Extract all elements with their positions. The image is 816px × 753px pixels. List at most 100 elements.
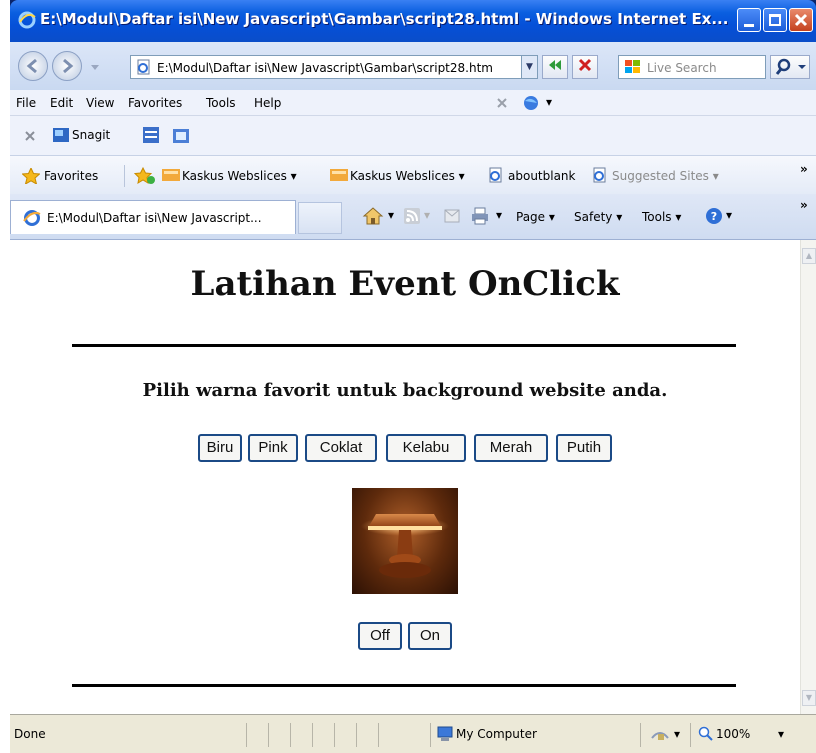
favorite-kaskus-webslices-1[interactable]: Kaskus Webslices ▾: [182, 169, 297, 183]
status-divider: [690, 723, 691, 747]
refresh-icon: [549, 60, 561, 70]
search-button[interactable]: [770, 55, 810, 79]
zoom-level[interactable]: 100%: [716, 727, 750, 741]
page-icon: [137, 59, 150, 75]
tab-script28[interactable]: E:\Modul\Daftar isi\New Javascript...: [10, 200, 296, 234]
ie-logo-icon: [18, 11, 36, 29]
lamp-on-button[interactable]: On: [408, 622, 452, 650]
favorite-aboutblank[interactable]: aboutblank: [508, 169, 575, 183]
status-divider: [430, 723, 431, 747]
color-button-putih[interactable]: Putih: [556, 434, 612, 462]
favorite-suggested-sites[interactable]: Suggested Sites ▾: [612, 169, 719, 183]
protected-mode-dropdown[interactable]: ▾: [674, 727, 680, 741]
ie-page-icon: [593, 167, 606, 183]
menu-view[interactable]: View: [86, 96, 114, 110]
menu-bar: File Edit View Favorites Tools Help ▾: [10, 90, 816, 116]
color-button-pink[interactable]: Pink: [248, 434, 298, 462]
scroll-up-arrow-icon[interactable]: ▲: [802, 248, 816, 264]
close-toolbar-icon[interactable]: [24, 130, 36, 142]
safety-menu[interactable]: Safety ▾: [574, 210, 622, 224]
vertical-scrollbar[interactable]: ▲ ▼: [800, 240, 816, 714]
menu-favorites[interactable]: Favorites: [128, 96, 182, 110]
color-button-kelabu[interactable]: Kelabu: [386, 434, 466, 462]
favorites-star-icon: [22, 168, 40, 184]
horizontal-rule: [72, 344, 736, 347]
color-button-coklat[interactable]: Coklat: [305, 434, 377, 462]
tab-label: E:\Modul\Daftar isi\New Javascript...: [47, 211, 262, 225]
status-divider: [356, 723, 357, 747]
color-button-merah[interactable]: Merah: [474, 434, 548, 462]
new-tab-button[interactable]: [298, 202, 342, 234]
refresh-button[interactable]: [542, 55, 568, 79]
status-divider: [640, 723, 641, 747]
menu-help[interactable]: Help: [254, 96, 281, 110]
status-divider: [246, 723, 247, 747]
page-content: Latihan Event OnClick Pilih warna favori…: [10, 240, 800, 714]
close-icon: [794, 13, 808, 27]
back-arrow-icon: [26, 58, 37, 74]
minimize-button[interactable]: [737, 8, 761, 32]
color-button-biru[interactable]: Biru: [198, 434, 242, 462]
page-heading: Latihan Event OnClick: [190, 264, 620, 304]
close-button[interactable]: [789, 8, 813, 32]
tab-bar: E:\Modul\Daftar isi\New Javascript... ▾ …: [10, 194, 816, 240]
home-dropdown[interactable]: ▾: [388, 208, 394, 222]
help-dropdown[interactable]: ▾: [726, 208, 732, 222]
read-mail-icon[interactable]: [444, 209, 460, 223]
menu-tools[interactable]: Tools: [206, 96, 236, 110]
lamp-off-button[interactable]: Off: [358, 622, 402, 650]
protected-mode-icon[interactable]: [650, 726, 670, 742]
command-overflow-chevron-icon[interactable]: »: [800, 198, 808, 212]
live-search-icon: [625, 60, 640, 73]
recent-pages-icon[interactable]: [90, 64, 100, 72]
status-divider: [312, 723, 313, 747]
help-icon[interactable]: ?: [704, 206, 724, 226]
page-menu[interactable]: Page ▾: [516, 210, 555, 224]
snagit-capture-icon[interactable]: [142, 126, 160, 144]
address-toolbar: E:\Modul\Daftar isi\New Javascript\Gamba…: [10, 42, 816, 90]
title-bar[interactable]: E:\Modul\Daftar isi\New Javascript\Gamba…: [10, 0, 816, 42]
webslice-icon: [162, 169, 180, 181]
stop-button[interactable]: [572, 55, 598, 79]
status-text: Done: [14, 727, 46, 741]
status-divider: [290, 723, 291, 747]
back-button[interactable]: [18, 51, 48, 81]
feeds-dropdown[interactable]: ▾: [424, 208, 430, 222]
webslice-icon: [330, 169, 348, 181]
zoom-icon: [698, 726, 713, 741]
lamp-icon: [361, 514, 449, 578]
favorites-button[interactable]: Favorites: [44, 169, 98, 183]
ie-page-icon: [489, 167, 502, 183]
scroll-down-arrow-icon[interactable]: ▼: [802, 690, 816, 706]
snagit-button[interactable]: Snagit: [72, 128, 110, 142]
security-zone-text: My Computer: [456, 727, 537, 741]
status-bar: Done My Computer ▾ 100% ▾: [10, 714, 816, 753]
print-icon[interactable]: [470, 206, 490, 226]
maximize-button[interactable]: [763, 8, 787, 32]
globe-icon[interactable]: [522, 94, 542, 112]
window-title: E:\Modul\Daftar isi\New Javascript\Gamba…: [40, 10, 729, 28]
feeds-icon[interactable]: [404, 208, 420, 224]
globe-dropdown[interactable]: ▾: [546, 95, 552, 109]
svg-text:?: ?: [711, 210, 717, 223]
add-favorite-icon[interactable]: [134, 167, 156, 185]
zoom-dropdown[interactable]: ▾: [778, 727, 784, 741]
favorites-bar: Favorites Kaskus Webslices ▾ Kaskus Webs…: [10, 156, 816, 194]
snagit-icon: [53, 128, 69, 142]
print-dropdown[interactable]: ▾: [496, 208, 502, 222]
page-subtitle: Pilih warna favorit untuk background web…: [142, 380, 668, 401]
search-field[interactable]: Live Search: [618, 55, 766, 79]
menu-edit[interactable]: Edit: [50, 96, 73, 110]
home-icon[interactable]: [362, 206, 384, 226]
favorites-overflow-chevron-icon[interactable]: »: [800, 162, 808, 176]
forward-button[interactable]: [52, 51, 82, 81]
address-dropdown[interactable]: ▼: [521, 56, 537, 78]
close-toolbar-icon[interactable]: [496, 97, 508, 109]
address-field[interactable]: E:\Modul\Daftar isi\New Javascript\Gamba…: [130, 55, 538, 79]
status-divider: [268, 723, 269, 747]
snagit-editor-icon[interactable]: [172, 126, 190, 144]
left-margin: [0, 0, 10, 753]
favorite-kaskus-webslices-2[interactable]: Kaskus Webslices ▾: [350, 169, 465, 183]
menu-file[interactable]: File: [16, 96, 36, 110]
tools-menu[interactable]: Tools ▾: [642, 210, 681, 224]
